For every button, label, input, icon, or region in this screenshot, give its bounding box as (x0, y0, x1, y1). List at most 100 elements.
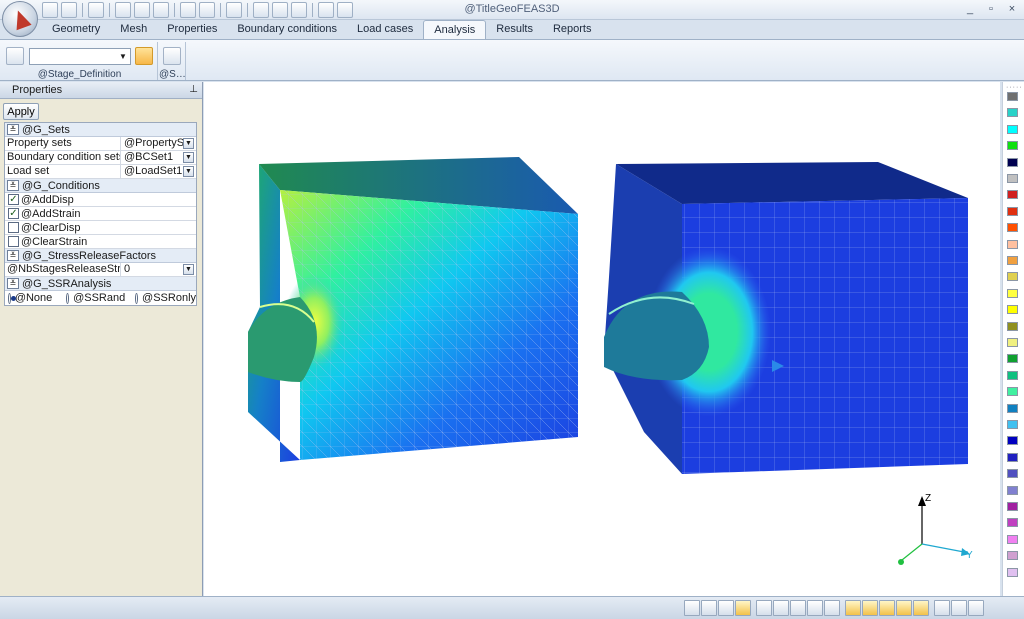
add-disp-checkbox[interactable]: ✓ (8, 194, 19, 205)
stage-edit-icon[interactable] (135, 47, 153, 65)
light-icon[interactable] (115, 2, 131, 18)
pointer-icon[interactable] (337, 2, 353, 18)
star-icon[interactable] (153, 2, 169, 18)
volume-icon[interactable] (824, 600, 840, 616)
group-ssr[interactable]: ≚ @G_SSRAnalysis (5, 277, 196, 291)
palette-swatch[interactable] (1007, 502, 1018, 511)
mesh-view-icon[interactable] (718, 600, 734, 616)
palette-swatch[interactable] (1007, 420, 1018, 429)
left-model[interactable] (248, 157, 578, 462)
tab-properties[interactable]: Properties (157, 20, 227, 39)
palette-swatch[interactable] (1007, 354, 1018, 364)
palette-swatch[interactable] (1007, 141, 1018, 151)
collapse-icon[interactable]: ≚ (7, 278, 19, 289)
zoom-icon[interactable] (253, 2, 269, 18)
close-button[interactable]: × (1004, 2, 1020, 17)
property-sets-value[interactable]: @PropertySe (121, 137, 183, 151)
group-stress-release[interactable]: ≚ @G_StressReleaseFactors (5, 249, 196, 263)
shape-icon[interactable] (134, 2, 150, 18)
palette-swatch[interactable] (1007, 206, 1018, 216)
tab-analysis[interactable]: Analysis (423, 20, 487, 39)
minimize-button[interactable]: _ (962, 2, 978, 17)
3d-viewport[interactable]: Z Y (204, 82, 1000, 596)
palette-swatch[interactable] (1007, 387, 1018, 397)
palette-swatch[interactable] (1007, 157, 1018, 167)
window-tile-icon[interactable] (934, 600, 950, 616)
palette-swatch[interactable] (1007, 452, 1018, 462)
camera-icon[interactable] (226, 2, 242, 18)
nb-stages-value[interactable]: 0 (121, 263, 183, 277)
load-set-value[interactable]: @LoadSet1 (121, 165, 183, 179)
palette-swatch[interactable] (1007, 288, 1018, 298)
window-list-icon[interactable] (951, 600, 967, 616)
pick-volume-icon[interactable] (913, 600, 929, 616)
ss-calc-icon[interactable] (163, 47, 181, 65)
tab-mesh[interactable]: Mesh (110, 20, 157, 39)
dropdown-icon[interactable] (199, 2, 215, 18)
pick-line-icon[interactable] (862, 600, 878, 616)
tab-geometry[interactable]: Geometry (42, 20, 110, 39)
bc-sets-value[interactable]: @BCSet1 (121, 151, 183, 165)
right-model[interactable] (604, 162, 968, 474)
zoom-window-icon[interactable] (272, 2, 288, 18)
palette-swatch[interactable] (1007, 534, 1018, 544)
app-menu-button[interactable] (2, 1, 38, 37)
tab-load-cases[interactable]: Load cases (347, 20, 423, 39)
clear-disp-checkbox[interactable] (8, 222, 19, 233)
open-icon[interactable] (88, 2, 104, 18)
palette-swatch[interactable] (1007, 370, 1018, 380)
chevron-down-icon[interactable]: ▼ (183, 264, 194, 275)
palette-swatch[interactable] (1007, 256, 1018, 265)
group-sets[interactable]: ≚ @G_Sets (5, 123, 196, 137)
ssrand-radio[interactable] (66, 292, 70, 304)
none-radio[interactable] (8, 292, 16, 304)
tab-reports[interactable]: Reports (543, 20, 602, 39)
chevron-down-icon[interactable]: ▼ (183, 138, 194, 149)
grid-view-icon[interactable] (684, 600, 700, 616)
pick-face-icon[interactable] (896, 600, 912, 616)
save-icon[interactable] (61, 2, 77, 18)
select-box-icon[interactable] (318, 2, 334, 18)
cube-icon[interactable] (180, 2, 196, 18)
edge-icon[interactable] (790, 600, 806, 616)
line-icon[interactable] (773, 600, 789, 616)
palette-swatch[interactable] (1007, 567, 1018, 577)
palette-swatch[interactable] (1007, 436, 1018, 446)
add-strain-checkbox[interactable]: ✓ (8, 208, 19, 219)
pick-node-icon[interactable] (845, 600, 861, 616)
apply-button[interactable]: Apply (3, 103, 39, 120)
model-render[interactable]: Z Y (204, 82, 1000, 596)
palette-swatch[interactable] (1007, 272, 1018, 282)
node-icon[interactable] (756, 600, 772, 616)
palette-swatch[interactable] (1007, 485, 1018, 495)
rotate-icon[interactable] (291, 2, 307, 18)
pin-icon[interactable]: ⊥ (189, 84, 198, 95)
clear-strain-checkbox[interactable] (8, 236, 19, 247)
pick-edge-icon[interactable] (879, 600, 895, 616)
palette-swatch[interactable] (1007, 108, 1018, 118)
ssronly-radio[interactable] (135, 292, 139, 304)
palette-swatch[interactable] (1007, 190, 1018, 200)
group-conditions[interactable]: ≚ @G_Conditions (5, 179, 196, 193)
tab-boundary-conditions[interactable]: Boundary conditions (227, 20, 347, 39)
palette-swatch[interactable] (1007, 124, 1018, 134)
new-file-icon[interactable] (42, 2, 58, 18)
palette-swatch[interactable] (1007, 174, 1018, 183)
palette-swatch[interactable] (1007, 518, 1018, 528)
tab-results[interactable]: Results (486, 20, 543, 39)
palette-swatch[interactable] (1007, 239, 1018, 249)
palette-swatch[interactable] (1007, 403, 1018, 413)
restore-button[interactable]: ▫ (983, 2, 999, 17)
collapse-icon[interactable]: ≚ (7, 250, 19, 261)
window-layout-icon[interactable] (968, 600, 984, 616)
chevron-down-icon[interactable]: ▼ (183, 152, 194, 163)
face-icon[interactable] (807, 600, 823, 616)
solid-view-icon[interactable] (735, 600, 751, 616)
palette-swatch[interactable] (1007, 305, 1018, 315)
palette-swatch[interactable] (1007, 223, 1018, 233)
palette-swatch[interactable] (1007, 92, 1018, 101)
palette-swatch[interactable] (1007, 321, 1018, 331)
points-view-icon[interactable] (701, 600, 717, 616)
chevron-down-icon[interactable]: ▼ (183, 166, 194, 177)
collapse-icon[interactable]: ≚ (7, 180, 19, 191)
